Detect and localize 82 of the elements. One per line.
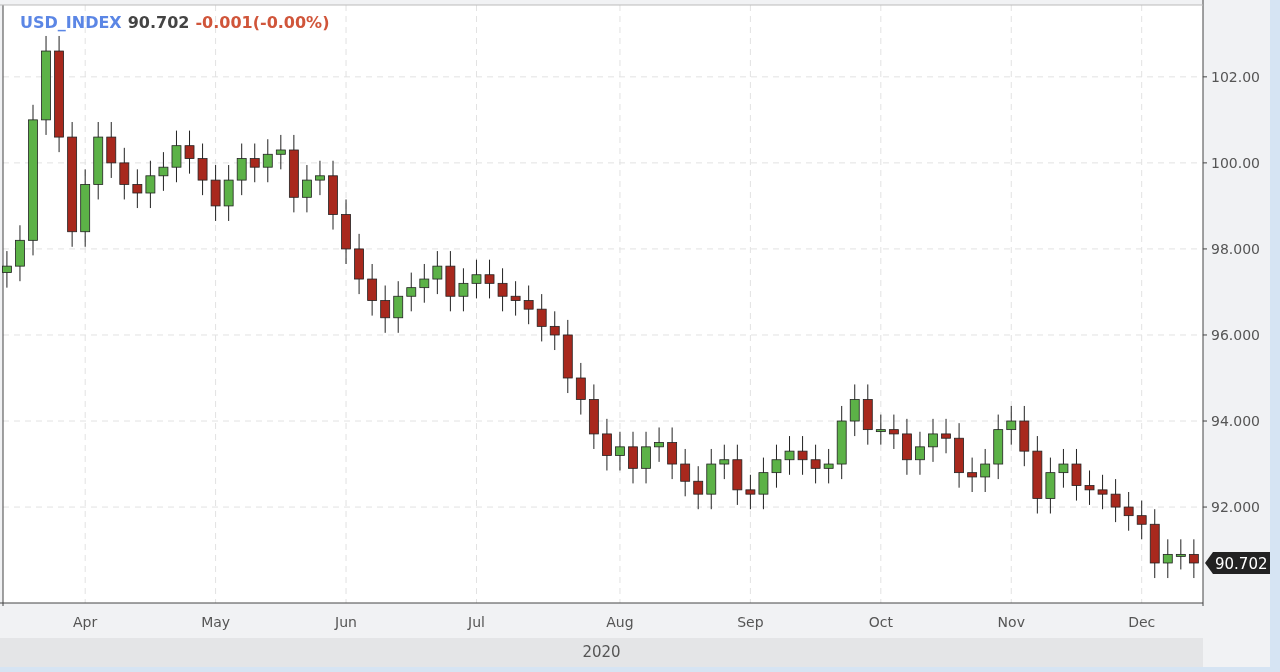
candlestick xyxy=(458,267,469,312)
candlestick xyxy=(1136,500,1147,540)
x-axis-label: Nov xyxy=(997,614,1025,630)
candlestick xyxy=(810,444,821,484)
ticker-header: USD_INDEX 90.702 -0.001(-0.00%) xyxy=(20,13,330,32)
candlestick xyxy=(758,457,769,510)
candlestick xyxy=(393,280,404,334)
candlestick xyxy=(575,362,586,416)
candlestick xyxy=(693,465,704,510)
candlestick xyxy=(171,130,182,183)
candlestick xyxy=(523,285,534,325)
x-axis-label: Jun xyxy=(335,614,357,630)
candlestick xyxy=(132,168,143,209)
y-axis-label: 102.00 xyxy=(1211,68,1260,85)
candlestick xyxy=(119,147,130,200)
candlestick xyxy=(1175,538,1186,570)
candlestick xyxy=(654,426,664,463)
y-axis-label: 92.000 xyxy=(1211,499,1260,516)
candlestick xyxy=(2,250,12,289)
candlestick xyxy=(641,431,651,484)
x-axis-label: Oct xyxy=(868,614,893,630)
candlestick xyxy=(719,444,730,480)
candlestick xyxy=(680,448,691,497)
candlestick xyxy=(1006,405,1017,446)
candlestick xyxy=(432,250,443,295)
candlestick xyxy=(823,448,834,484)
candlestick xyxy=(1071,448,1082,502)
y-axis-label: 94.000 xyxy=(1211,413,1260,429)
candlestick xyxy=(380,285,391,334)
candlestick xyxy=(615,431,625,471)
x-axis-label: Aug xyxy=(606,614,634,630)
candlestick xyxy=(745,474,756,510)
candlestick xyxy=(1162,538,1173,579)
candlestick xyxy=(184,130,195,175)
candlestick xyxy=(497,267,508,312)
candlestick xyxy=(158,151,169,192)
candlestick xyxy=(1188,538,1199,579)
x-axis-label: Apr xyxy=(73,614,98,630)
candlestick xyxy=(602,418,612,471)
candlestick xyxy=(145,160,156,209)
candlestick xyxy=(249,143,260,183)
candlestick xyxy=(784,435,795,476)
candlestick xyxy=(849,383,860,437)
candlestick xyxy=(667,426,678,480)
candlestick xyxy=(967,457,978,493)
candlestick xyxy=(980,448,991,493)
candlestick xyxy=(419,263,430,304)
candlestick xyxy=(197,143,208,196)
y-axis-label: 100.00 xyxy=(1211,154,1260,171)
candlestick xyxy=(888,414,899,450)
candlestick xyxy=(367,263,378,317)
candlestick xyxy=(1123,491,1134,532)
candlestick xyxy=(915,431,925,476)
candlestick xyxy=(771,444,782,489)
candlestick xyxy=(510,280,521,317)
candlestick xyxy=(275,134,286,170)
candlestick xyxy=(928,418,938,463)
year-label: 2020 xyxy=(582,642,621,664)
candlestick xyxy=(1084,469,1095,506)
candlestick xyxy=(236,143,247,196)
x-axis-label: May xyxy=(201,614,231,630)
x-axis-label: Sep xyxy=(737,614,764,630)
x-axis-label: Dec xyxy=(1128,614,1156,630)
y-axis-label: 98.000 xyxy=(1211,240,1260,257)
candlestick xyxy=(302,164,312,213)
candlestick xyxy=(262,138,273,183)
candlestick xyxy=(484,259,495,299)
candlestick xyxy=(1097,474,1108,510)
candlestick xyxy=(1058,448,1069,489)
candlestick xyxy=(628,431,638,484)
candlestick xyxy=(536,293,547,342)
last-price-tag: 90.702 xyxy=(1205,552,1270,574)
candlestick xyxy=(875,414,886,446)
candlestick xyxy=(549,310,560,351)
x-axis-label: Jul xyxy=(468,614,485,630)
candlestick xyxy=(941,418,951,454)
candlestick xyxy=(1110,478,1121,523)
candlestick xyxy=(406,272,417,312)
candlestick xyxy=(797,435,808,476)
candlestick xyxy=(471,259,482,299)
y-axis-label: 96.000 xyxy=(1211,327,1260,343)
candlestick xyxy=(315,160,325,196)
